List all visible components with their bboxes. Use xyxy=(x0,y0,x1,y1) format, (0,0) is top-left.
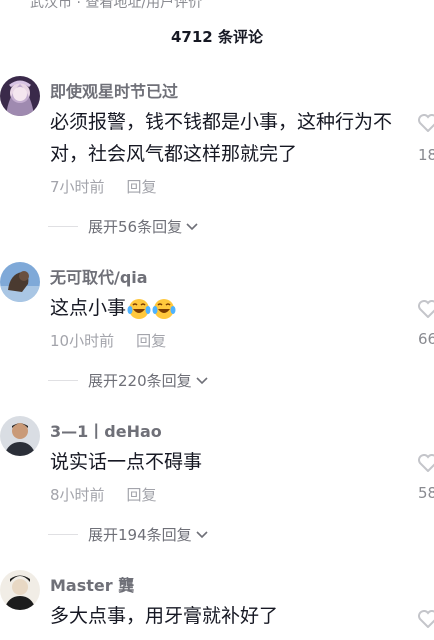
ink-portrait-avatar-icon xyxy=(0,570,40,610)
reply-button[interactable]: 回复 xyxy=(127,486,157,504)
heart-icon[interactable] xyxy=(418,454,434,472)
comment-time: 8小时前 xyxy=(50,486,105,504)
man-photo-avatar-icon xyxy=(0,416,40,456)
divider-line xyxy=(48,226,78,227)
comment-time: 7小时前 xyxy=(50,178,105,196)
reply-button[interactable]: 回复 xyxy=(127,178,157,196)
divider-line xyxy=(48,380,78,381)
anime-girl-avatar-icon xyxy=(0,76,40,116)
comment-username[interactable]: 即使观星时节已过 xyxy=(50,78,178,102)
comment-text: 说实话一点不碍事 xyxy=(50,451,203,473)
expand-replies-label: 展开56条回复 xyxy=(88,218,183,236)
comment-text-body: 这点小事 xyxy=(50,297,127,319)
heart-icon[interactable] xyxy=(418,610,434,628)
avatar[interactable] xyxy=(0,76,40,116)
comment-meta: 10小时前 回复 xyxy=(50,330,166,351)
like-count: 66 xyxy=(418,330,434,348)
expand-replies-button[interactable]: 展开56条回复 xyxy=(48,216,198,237)
fist-sky-avatar-icon xyxy=(0,262,40,302)
heart-icon[interactable] xyxy=(418,114,434,132)
avatar[interactable] xyxy=(0,570,40,610)
comments-count-title: 4712 条评论 xyxy=(171,28,263,46)
clipped-location-text: 武汉市 · 查看地址/用户评价 xyxy=(30,0,203,11)
divider-line xyxy=(48,534,78,535)
expand-replies-label: 展开194条回复 xyxy=(88,526,192,544)
heart-icon[interactable] xyxy=(418,300,434,318)
avatar[interactable] xyxy=(0,262,40,302)
expand-replies-button[interactable]: 展开220条回复 xyxy=(48,370,208,391)
comment-meta: 7小时前 回复 xyxy=(50,176,157,197)
comment-username[interactable]: 3—1丨deHao xyxy=(50,418,162,442)
like-count: 18 xyxy=(418,146,434,164)
reply-button[interactable]: 回复 xyxy=(136,332,166,350)
laughing-tears-emoji-icon xyxy=(127,298,151,319)
chevron-down-icon xyxy=(196,530,208,538)
like-count: 58 xyxy=(418,484,434,502)
comment-time: 10小时前 xyxy=(50,332,115,350)
expand-replies-label: 展开220条回复 xyxy=(88,372,192,390)
chevron-down-icon xyxy=(186,222,198,230)
comment-username[interactable]: Master 龔 xyxy=(50,572,134,596)
laughing-tears-emoji-icon xyxy=(152,298,176,319)
comment-meta: 8小时前 回复 xyxy=(50,484,157,505)
chevron-down-icon xyxy=(196,376,208,384)
comment-text: 多大点事，用牙膏就补好了 xyxy=(50,605,279,627)
comment-text: 必须报警，钱不钱都是小事，这种行为不对，社会风气都这样那就完了 xyxy=(50,111,393,165)
expand-replies-button[interactable]: 展开194条回复 xyxy=(48,524,208,545)
comment-username[interactable]: 无可取代/qia xyxy=(50,264,148,288)
avatar[interactable] xyxy=(0,416,40,456)
comment-text: 这点小事 xyxy=(50,292,400,324)
